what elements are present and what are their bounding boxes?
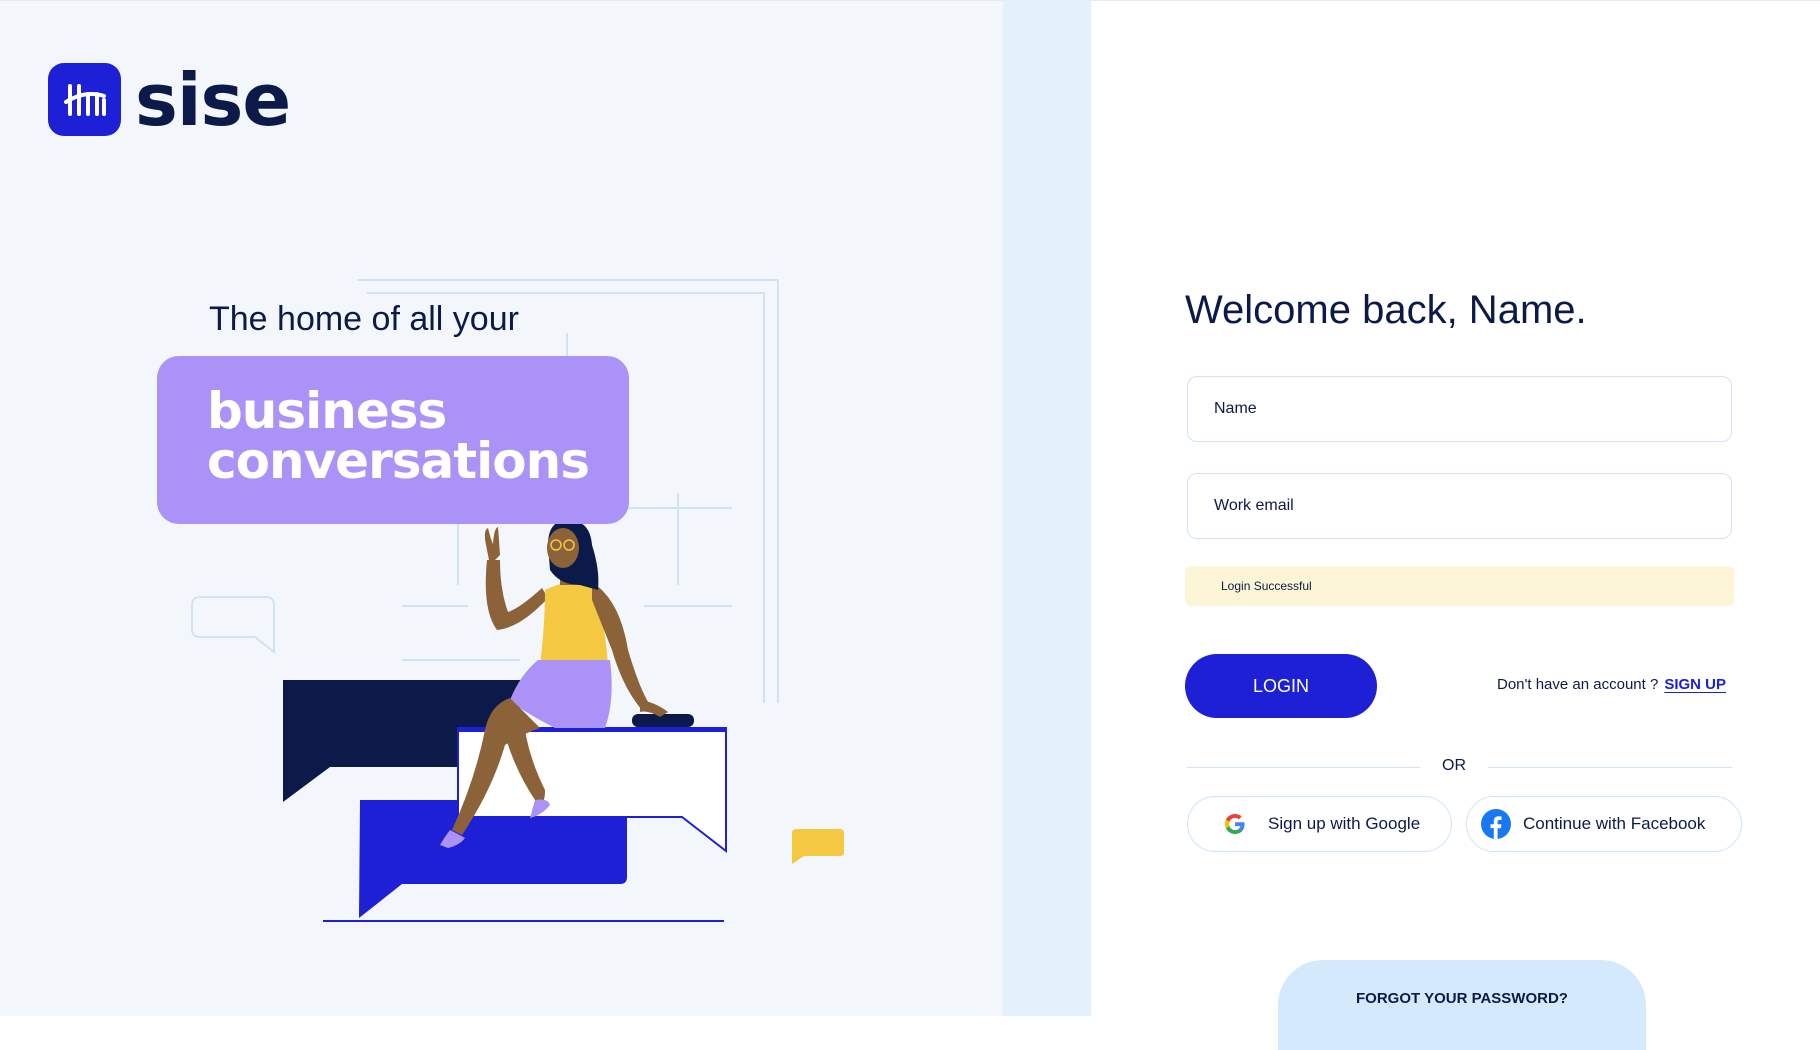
login-button[interactable]: LOGIN: [1185, 654, 1377, 718]
facebook-login-button[interactable]: Continue with Facebook: [1466, 796, 1742, 852]
signup-row: Don't have an account ? SIGN UP: [1497, 676, 1726, 693]
google-button-label: Sign up with Google: [1268, 814, 1421, 833]
headline-box: business conversations: [157, 356, 629, 524]
or-label: OR: [1442, 757, 1466, 774]
hero-tagline: The home of all your: [209, 300, 519, 338]
headline-line-2: conversations: [207, 432, 590, 490]
divider-strip: [1003, 0, 1091, 1016]
facebook-button-label: Continue with Facebook: [1523, 814, 1706, 833]
forgot-password-button[interactable]: FORGOT YOUR PASSWORD?: [1278, 960, 1646, 1050]
google-icon: [1220, 809, 1250, 839]
name-field: [1187, 376, 1732, 442]
status-alert: Login Successful: [1185, 566, 1734, 606]
hero-headline: business conversations: [207, 382, 590, 490]
page-title: Welcome back, Name.: [1185, 288, 1587, 332]
google-signup-button[interactable]: Sign up with Google: [1187, 796, 1452, 852]
headline-line-1: business: [207, 382, 447, 440]
signup-link[interactable]: SIGN UP: [1664, 676, 1726, 693]
name-input[interactable]: [1188, 377, 1731, 441]
facebook-icon: [1481, 809, 1511, 839]
no-account-text: Don't have an account ?: [1497, 676, 1659, 693]
or-divider-right: [1488, 767, 1732, 768]
email-input[interactable]: [1188, 474, 1731, 538]
email-field: [1187, 473, 1732, 539]
or-divider-left: [1187, 767, 1420, 768]
